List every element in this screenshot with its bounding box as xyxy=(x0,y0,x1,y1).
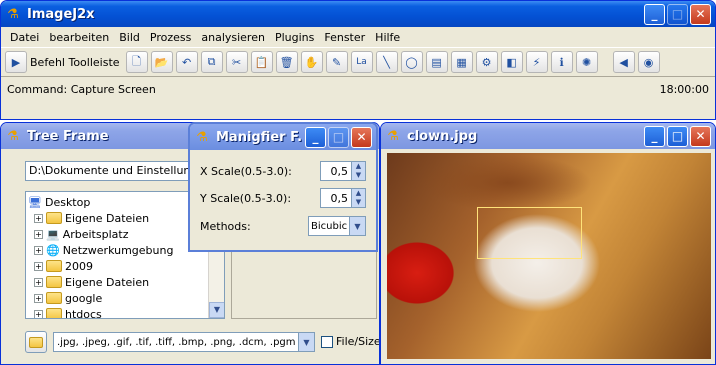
lightning-icon[interactable]: ⚡ xyxy=(525,51,548,73)
network-icon: 🌐 xyxy=(46,243,60,257)
spinner-arrows-icon[interactable]: ▲ ▼ xyxy=(352,161,366,181)
y-scale-spinner[interactable]: ▲▼ xyxy=(320,188,366,208)
methods-label: Methods: xyxy=(200,219,251,233)
x-scale-spinner[interactable]: ▲▼ xyxy=(320,161,366,181)
clown-image[interactable] xyxy=(387,153,711,359)
main-titlebar[interactable]: ⚗ ImageJ2x _ □ ✕ xyxy=(1,1,715,27)
menu-analysieren[interactable]: analysieren xyxy=(196,31,270,44)
expand-icon[interactable]: + xyxy=(34,229,43,239)
maximize-button[interactable]: □ xyxy=(667,125,688,147)
folder-up-icon xyxy=(29,336,43,348)
image-window-title: clown.jpg xyxy=(407,128,478,144)
menu-fenster[interactable]: Fenster xyxy=(319,31,370,44)
menu-hilfe[interactable]: Hilfe xyxy=(370,31,405,44)
magnifier-window: ⚗ Manigfier F... _ □ ✕ X Scale(0.5-3.0):… xyxy=(188,122,378,252)
chevron-down-icon[interactable]: ▼ xyxy=(298,333,314,351)
minimize-button[interactable]: _ xyxy=(644,3,665,25)
capture-icon[interactable]: ◉ xyxy=(637,51,660,73)
status-command: Command: Capture Screen xyxy=(7,82,156,96)
x-scale-label: X Scale(0.5-3.0): xyxy=(200,164,292,178)
folder-icon xyxy=(46,292,62,304)
undo-icon[interactable]: ↶ xyxy=(175,51,198,73)
circle-icon[interactable]: ◯ xyxy=(400,51,423,73)
computer-icon: 💻 xyxy=(46,227,60,241)
folder-icon xyxy=(46,212,62,224)
info-icon[interactable]: ℹ xyxy=(550,51,573,73)
statusbar: Command: Capture Screen 18:00:00 xyxy=(1,77,715,101)
back-icon[interactable]: ◀ xyxy=(612,51,635,73)
magnifier-titlebar[interactable]: ⚗ Manigfier F... _ □ ✕ xyxy=(190,124,376,150)
filesize-checkbox[interactable]: File/Size xyxy=(321,335,379,348)
tree-item[interactable]: + Eigene Dateien xyxy=(28,274,222,290)
menu-bild[interactable]: Bild xyxy=(114,31,145,44)
image-titlebar[interactable]: ⚗ clown.jpg _ □ ✕ xyxy=(381,123,715,149)
pencil-icon[interactable]: ✎ xyxy=(325,51,348,73)
microscope-icon: ⚗ xyxy=(7,128,19,144)
text-icon[interactable]: La xyxy=(350,51,373,73)
spinner-arrows-icon[interactable]: ▲ ▼ xyxy=(352,188,366,208)
menu-bearbeiten[interactable]: bearbeiten xyxy=(44,31,114,44)
new-icon[interactable]: 🗋 xyxy=(125,51,148,73)
layers-icon[interactable]: ◧ xyxy=(500,51,523,73)
expand-icon[interactable]: + xyxy=(34,277,43,287)
checkbox-box[interactable] xyxy=(321,335,333,348)
maximize-button[interactable]: □ xyxy=(328,126,349,148)
tree-item[interactable]: + google xyxy=(28,290,222,306)
tree-item[interactable]: + htdocs xyxy=(28,306,222,318)
copy-icon[interactable]: ⧉ xyxy=(200,51,223,73)
magnifier-selection[interactable] xyxy=(477,207,582,259)
scroll-down-icon[interactable]: ▼ xyxy=(209,302,224,318)
status-time: 18:00:00 xyxy=(659,82,709,96)
microscope-icon: ⚗ xyxy=(387,128,399,144)
cut-icon[interactable]: ✂ xyxy=(225,51,248,73)
folder-icon xyxy=(46,260,62,272)
imagej-main-window: ⚗ ImageJ2x _ □ ✕ Datei bearbeiten Bild P… xyxy=(0,0,716,120)
minimize-button[interactable]: _ xyxy=(305,126,326,148)
close-button[interactable]: ✕ xyxy=(690,125,711,147)
expand-icon[interactable]: + xyxy=(34,261,43,271)
chevron-down-icon[interactable]: ▼ xyxy=(349,217,365,235)
tree-item[interactable]: + 2009 xyxy=(28,258,222,274)
expand-icon[interactable]: + xyxy=(34,293,43,303)
play-icon[interactable]: ▶ xyxy=(5,51,27,73)
minimize-button[interactable]: _ xyxy=(644,125,665,147)
methods-select[interactable]: Bicubic ▼ xyxy=(308,216,366,236)
x-scale-input[interactable] xyxy=(320,161,352,181)
close-button[interactable]: ✕ xyxy=(690,3,711,25)
folder-icon xyxy=(46,276,62,288)
microscope-icon: ⚗ xyxy=(196,129,208,145)
y-scale-input[interactable] xyxy=(320,188,352,208)
path-field[interactable]: D:\Dokumente und Einstellungen\ xyxy=(25,161,189,181)
menu-datei[interactable]: Datei xyxy=(5,31,44,44)
maximize-button[interactable]: □ xyxy=(667,3,688,25)
y-scale-label: Y Scale(0.5-3.0): xyxy=(200,191,292,205)
main-window-title: ImageJ2x xyxy=(27,6,95,22)
delete-icon[interactable]: 🗑 xyxy=(275,51,298,73)
menu-plugins[interactable]: Plugins xyxy=(270,31,319,44)
hand-icon[interactable]: ✋ xyxy=(300,51,323,73)
microscope-icon: ⚗ xyxy=(7,6,19,22)
expand-icon[interactable]: + xyxy=(34,245,43,255)
file-filter-select[interactable]: .jpg, .jpeg, .gif, .tif, .tiff, .bmp, .p… xyxy=(53,332,315,352)
line-icon[interactable]: ╲ xyxy=(375,51,398,73)
expand-icon[interactable]: + xyxy=(34,309,43,318)
page-icon[interactable]: ▦ xyxy=(450,51,473,73)
close-button[interactable]: ✕ xyxy=(351,126,372,148)
toolbar: ▶ Befehl Toolleiste 🗋 📂 ↶ ⧉ ✂ 📋 🗑 ✋ ✎ La… xyxy=(1,47,715,77)
desktop-icon: 🖥 xyxy=(28,195,42,209)
magnifier-title: Manigfier F... xyxy=(216,129,303,145)
expand-icon[interactable]: + xyxy=(34,213,43,223)
paste-icon[interactable]: 📋 xyxy=(250,51,273,73)
plugin-icon[interactable]: ⚙ xyxy=(475,51,498,73)
document-icon[interactable]: ▤ xyxy=(425,51,448,73)
menubar: Datei bearbeiten Bild Prozess analysiere… xyxy=(1,27,715,47)
image-window: ⚗ clown.jpg _ □ ✕ xyxy=(380,122,716,365)
folder-icon xyxy=(46,308,62,318)
open-icon[interactable]: 📂 xyxy=(150,51,173,73)
up-folder-button[interactable] xyxy=(25,331,47,353)
settings-icon[interactable]: ✺ xyxy=(575,51,598,73)
toolbar-label: Befehl Toolleiste xyxy=(30,55,120,69)
menu-prozess[interactable]: Prozess xyxy=(145,31,196,44)
